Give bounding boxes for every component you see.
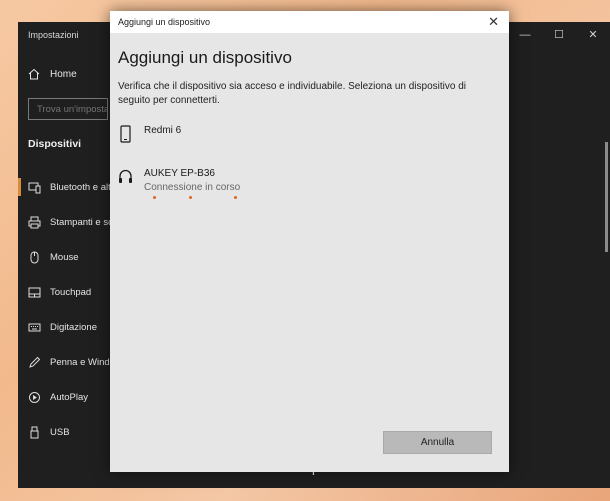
nav-item-label: USB	[50, 427, 70, 438]
scrollbar[interactable]	[605, 142, 608, 252]
nav-item-autoplay[interactable]: AutoPlay	[18, 380, 110, 415]
add-device-dialog: Aggiungi un dispositivo ✕ Aggiungi un di…	[110, 11, 509, 472]
nav-item-label: Stampanti e scanner	[50, 217, 110, 228]
device-item-aukey[interactable]: AUKEY EP-B36 Connessione in corso	[118, 168, 240, 193]
window-controls: — ☐ ✕	[508, 26, 610, 44]
device-status: Connessione in corso	[144, 182, 241, 193]
progress-dot	[234, 196, 237, 199]
nav-item-bluetooth[interactable]: Bluetooth e altri dispositivi	[18, 170, 110, 205]
progress-dot	[189, 196, 192, 199]
phone-icon	[120, 125, 131, 143]
nav-home-label: Home	[50, 68, 77, 80]
progress-dot	[153, 196, 156, 199]
dialog-titlebar: Aggiungi un dispositivo ✕	[110, 11, 509, 33]
nav-item-usb[interactable]: USB	[18, 415, 110, 450]
search-input[interactable]	[29, 99, 107, 120]
nav-home[interactable]: Home	[28, 68, 77, 80]
section-title: Dispositivi	[28, 138, 82, 150]
nav-item-typing[interactable]: Digitazione	[18, 310, 110, 345]
nav-item-pen[interactable]: Penna e Windows Ink	[18, 345, 110, 380]
dialog-title: Aggiungi un dispositivo	[118, 17, 211, 27]
nav-item-touchpad[interactable]: Touchpad	[18, 275, 110, 310]
connection-progress-indicator	[153, 196, 243, 200]
device-item-redmi[interactable]: Redmi 6	[118, 125, 181, 143]
nav-list: Bluetooth e altri dispositivi Stampanti …	[18, 170, 110, 450]
dialog-description: Verifica che il dispositivo sia acceso e…	[118, 81, 466, 106]
bluetooth-device-icon	[28, 182, 41, 194]
settings-search[interactable]	[28, 98, 108, 120]
app-title: Impostazioni	[28, 30, 79, 40]
autoplay-icon	[29, 392, 40, 403]
home-icon	[28, 68, 40, 80]
nav-item-label: Penna e Windows Ink	[50, 357, 110, 368]
dialog-heading: Aggiungi un dispositivo	[118, 48, 292, 67]
close-window-button[interactable]: ✕	[576, 26, 610, 44]
printer-icon	[28, 216, 41, 229]
nav-item-label: Digitazione	[50, 322, 97, 333]
nav-item-printers[interactable]: Stampanti e scanner	[18, 205, 110, 240]
maximize-button[interactable]: ☐	[542, 26, 576, 44]
device-name: AUKEY EP-B36	[144, 168, 215, 179]
minimize-button[interactable]: —	[508, 26, 542, 44]
mouse-icon	[30, 251, 39, 264]
keyboard-icon	[28, 323, 41, 332]
nav-item-label: Bluetooth e altri dispositivi	[50, 182, 110, 193]
close-icon[interactable]: ✕	[488, 14, 499, 30]
cancel-button[interactable]: Annulla	[383, 431, 492, 454]
headset-icon	[119, 169, 132, 183]
nav-item-label: AutoPlay	[50, 392, 89, 403]
device-name: Redmi 6	[144, 125, 182, 136]
usb-icon	[30, 426, 39, 439]
nav-item-label: Mouse	[50, 252, 79, 263]
touchpad-icon	[28, 287, 41, 298]
nav-item-label: Touchpad	[50, 287, 92, 298]
pen-icon	[29, 356, 41, 368]
nav-item-mouse[interactable]: Mouse	[18, 240, 110, 275]
